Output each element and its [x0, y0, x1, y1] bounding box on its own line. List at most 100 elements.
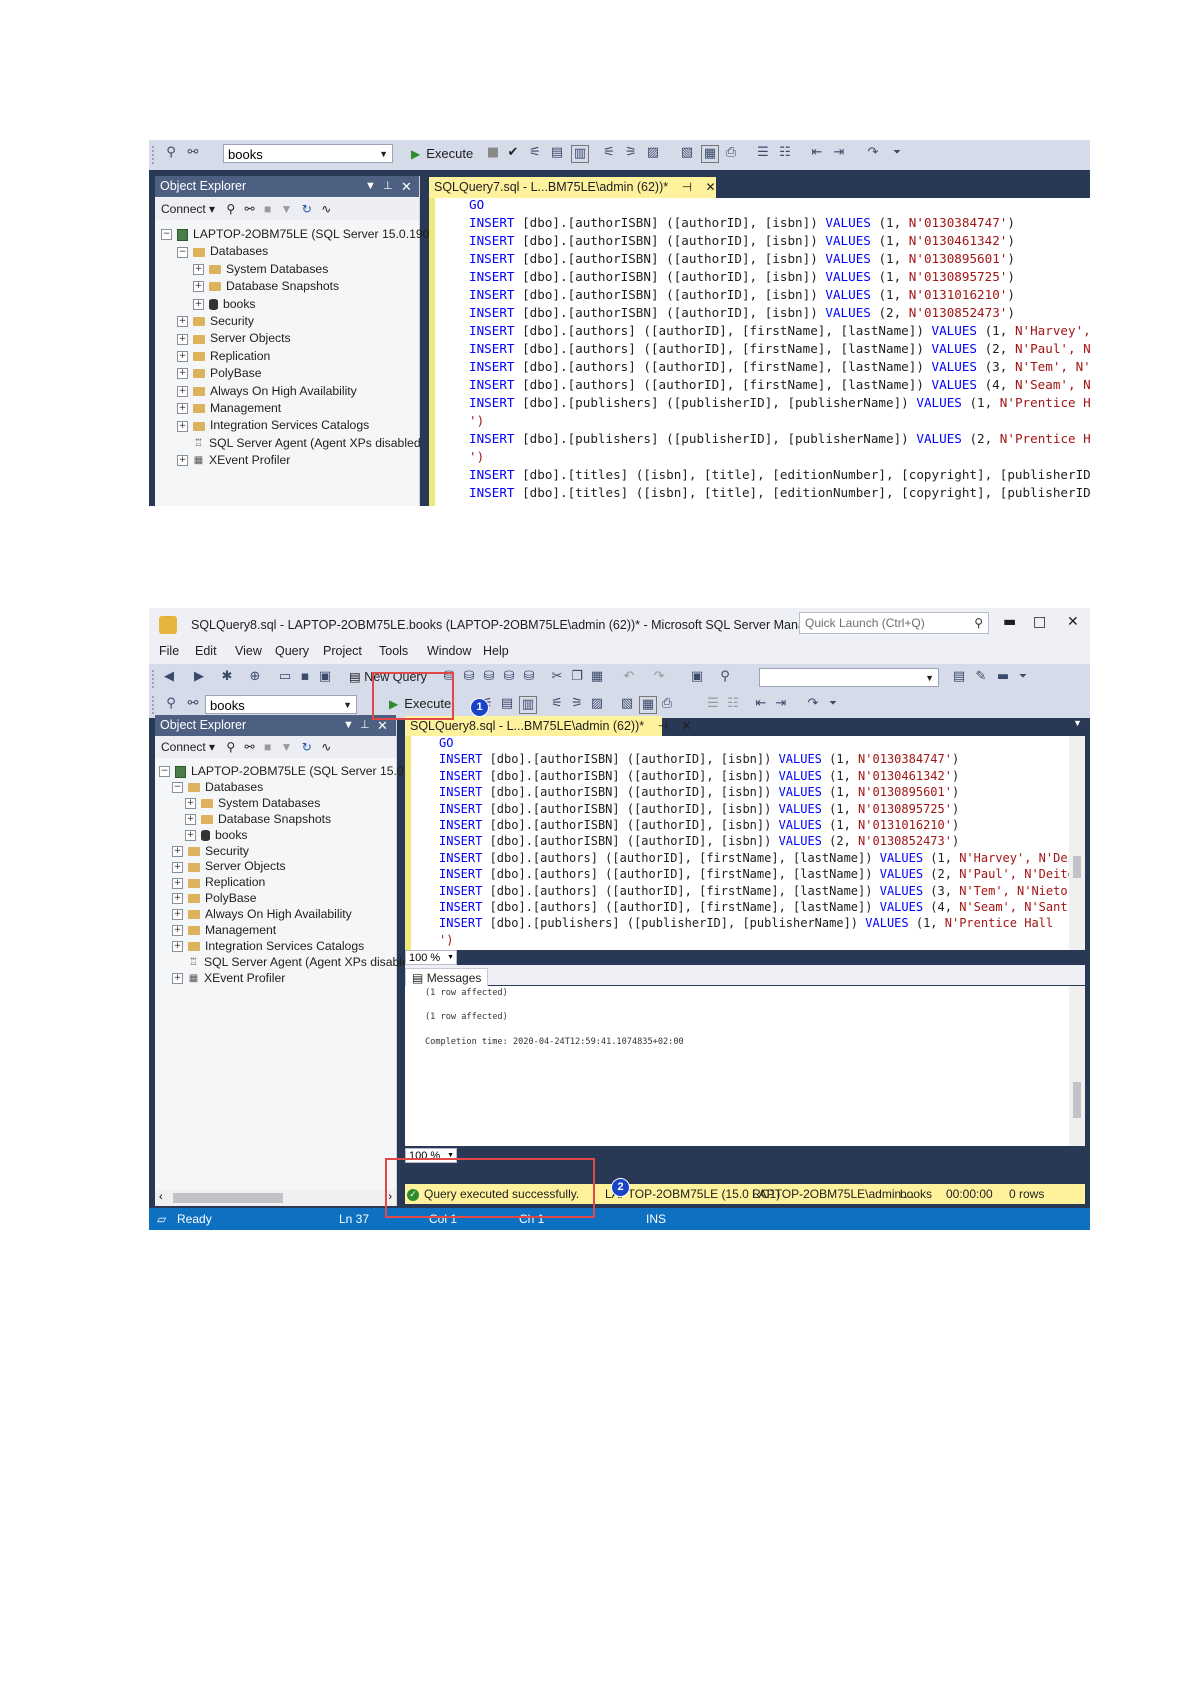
- tree-node[interactable]: + Replication: [172, 874, 265, 891]
- scroll-thumb[interactable]: [1073, 1082, 1081, 1118]
- redo-icon[interactable]: ↷: [651, 669, 667, 685]
- client-stats-icon[interactable]: ▨: [645, 145, 661, 161]
- menu-item-project[interactable]: Project: [323, 644, 362, 658]
- expand-icon[interactable]: +: [172, 909, 183, 921]
- tree-node[interactable]: + Database Snapshots: [185, 811, 331, 828]
- maximize-icon[interactable]: □: [1033, 614, 1046, 630]
- save-all-icon[interactable]: ▣: [317, 669, 333, 685]
- display-plan-icon[interactable]: ⚟: [527, 145, 543, 161]
- query-options-icon[interactable]: ▤: [549, 145, 565, 161]
- tab-list-dropdown-icon[interactable]: ▼: [1073, 718, 1082, 728]
- tree-node[interactable]: + Security: [172, 843, 249, 860]
- collapse-icon[interactable]: −: [172, 782, 183, 794]
- collapse-icon[interactable]: −: [177, 246, 188, 258]
- uncomment-icon[interactable]: ☷: [777, 145, 793, 161]
- tree-node[interactable]: + PolyBase: [177, 365, 262, 382]
- expand-icon[interactable]: +: [185, 813, 196, 825]
- toolbar-grip[interactable]: [152, 146, 157, 164]
- filter-icon[interactable]: ▼: [281, 740, 293, 754]
- results-to-file-icon[interactable]: ⎙: [659, 696, 675, 712]
- find-icon[interactable]: ⚲: [717, 669, 733, 685]
- decrease-indent-icon[interactable]: ⇤: [809, 145, 825, 161]
- change-connection-icon[interactable]: ⚯: [185, 145, 201, 161]
- connect-plug-icon[interactable]: ⚲: [226, 202, 235, 216]
- messages-pane[interactable]: (1 row affected) (1 row affected) Completi…: [405, 986, 1085, 1146]
- increase-indent-icon[interactable]: ⇥: [831, 145, 847, 161]
- sql-editor[interactable]: GO INSERT [dbo].[authorISBN] ([authorID],…: [405, 736, 1085, 950]
- close-icon[interactable]: ✕: [682, 719, 692, 733]
- messages-vertical-scrollbar[interactable]: [1069, 986, 1085, 1146]
- tree-node[interactable]: + System Databases: [193, 261, 328, 278]
- expand-icon[interactable]: +: [177, 368, 188, 380]
- results-to-text-icon[interactable]: ▧: [679, 145, 695, 161]
- expand-icon[interactable]: +: [177, 385, 188, 397]
- horizontal-scrollbar[interactable]: ‹ ›: [155, 1190, 396, 1206]
- expand-icon[interactable]: +: [177, 316, 188, 328]
- comment-icon[interactable]: ☰: [755, 145, 771, 161]
- toolbar-overflow-icon[interactable]: ⏷: [889, 145, 905, 161]
- tree-node[interactable]: + Management: [172, 922, 276, 939]
- properties-icon[interactable]: ▤: [951, 669, 967, 685]
- execute-button[interactable]: ▶ Execute: [411, 143, 473, 165]
- toolbar-overflow-icon[interactable]: ⏷: [825, 696, 841, 712]
- tree-node[interactable]: + books: [193, 296, 256, 313]
- specify-values-icon[interactable]: ↷: [865, 145, 881, 161]
- tree-node[interactable]: + ▦ XEvent Profiler: [177, 452, 290, 469]
- activity-monitor-icon[interactable]: ∿: [321, 740, 331, 754]
- tree-node[interactable]: + Database Snapshots: [193, 278, 339, 295]
- expand-icon[interactable]: +: [172, 925, 183, 937]
- change-connection-icon[interactable]: ⚯: [185, 696, 201, 712]
- results-to-text-icon[interactable]: ▧: [619, 696, 635, 712]
- back-icon[interactable]: ◀: [161, 669, 177, 685]
- editor-vertical-scrollbar[interactable]: [1069, 736, 1085, 950]
- activity-monitor-icon[interactable]: ∿: [321, 202, 331, 216]
- tree-node[interactable]: + Integration Services Catalogs: [172, 938, 364, 955]
- connect-button[interactable]: Connect ▾: [161, 740, 215, 754]
- forward-icon[interactable]: ▶: [191, 669, 207, 685]
- menu-item-view[interactable]: View: [235, 644, 262, 658]
- expand-icon[interactable]: +: [177, 403, 188, 415]
- close-window-icon[interactable]: ✕: [1067, 614, 1079, 630]
- tree-node[interactable]: + Server Objects: [177, 330, 291, 347]
- disconnect-icon[interactable]: ⚯: [245, 202, 255, 216]
- editor-zoom-selector[interactable]: 100 % ▼: [405, 950, 457, 965]
- tree-node[interactable]: + books: [185, 827, 248, 844]
- intellisense-icon[interactable]: ▥: [519, 696, 537, 714]
- close-icon[interactable]: ✕: [706, 180, 716, 194]
- intellisense-icon[interactable]: ▥: [571, 145, 589, 163]
- tree-node[interactable]: + PolyBase: [172, 890, 257, 907]
- scroll-thumb[interactable]: [173, 1193, 283, 1203]
- menu-item-tools[interactable]: Tools: [379, 644, 408, 658]
- expand-icon[interactable]: +: [172, 893, 183, 905]
- xmla-query-icon[interactable]: ⛁: [501, 669, 517, 685]
- results-to-grid-icon[interactable]: ▦: [639, 696, 657, 714]
- menu-item-file[interactable]: File: [159, 644, 179, 658]
- paste-icon[interactable]: ▦: [589, 669, 605, 685]
- tree-node[interactable]: + System Databases: [185, 795, 320, 812]
- include-plan-icon[interactable]: ⚟: [549, 696, 565, 712]
- tree-node[interactable]: + Management: [177, 400, 281, 417]
- include-plan-icon[interactable]: ⚟: [601, 145, 617, 161]
- expand-icon[interactable]: +: [177, 420, 188, 432]
- expand-icon[interactable]: +: [193, 264, 204, 276]
- stop-icon[interactable]: ■: [264, 202, 271, 216]
- menu-item-edit[interactable]: Edit: [195, 644, 217, 658]
- close-icon[interactable]: ✕: [401, 176, 412, 197]
- toolbar-grip[interactable]: [152, 670, 157, 688]
- decrease-indent-icon[interactable]: ⇤: [753, 696, 769, 712]
- tree-node[interactable]: − LAPTOP-2OBM75LE (SQL Server 15.0.190: [161, 226, 429, 243]
- expand-icon[interactable]: +: [193, 298, 204, 310]
- connect-plug-icon[interactable]: ⚲: [163, 696, 179, 712]
- client-stats-icon[interactable]: ▨: [589, 696, 605, 712]
- menu-item-window[interactable]: Window: [427, 644, 471, 658]
- tree-node[interactable]: + ▦ XEvent Profiler: [172, 970, 285, 987]
- pin-icon[interactable]: ⊥: [383, 176, 393, 197]
- database-selector[interactable]: books ▼: [205, 695, 357, 714]
- filter-icon[interactable]: ▼: [281, 202, 293, 216]
- refresh-icon[interactable]: ↻: [302, 202, 312, 216]
- specify-values-icon[interactable]: ↷: [805, 696, 821, 712]
- scroll-left-icon[interactable]: ‹: [159, 1191, 163, 1203]
- tree-node[interactable]: − Databases: [177, 243, 268, 260]
- expand-icon[interactable]: +: [185, 798, 196, 810]
- query-options-icon[interactable]: ▤: [499, 696, 515, 712]
